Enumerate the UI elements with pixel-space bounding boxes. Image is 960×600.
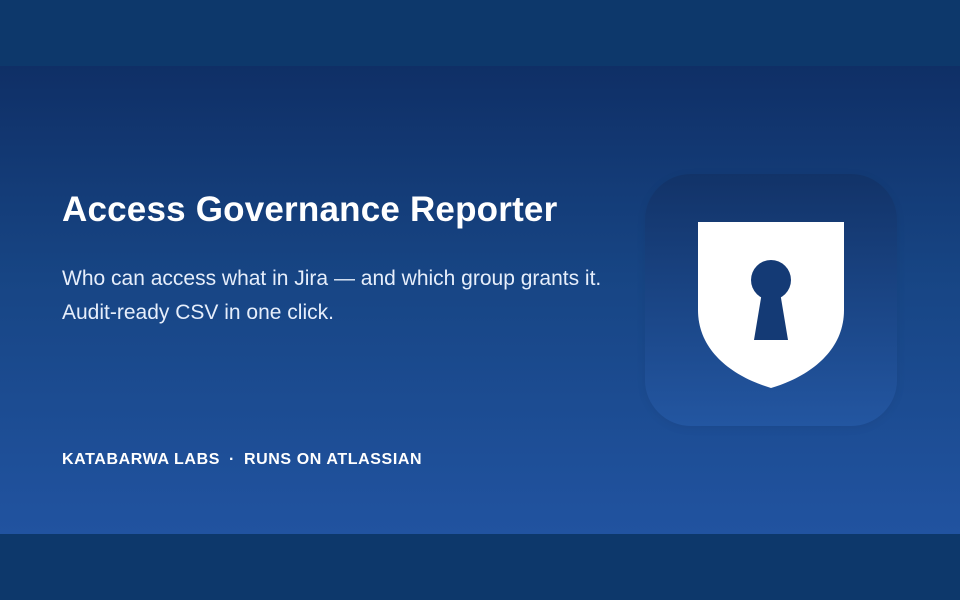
hero-banner: Access Governance Reporter Who can acces… <box>0 0 960 600</box>
platform-label: RUNS ON ATLASSIAN <box>243 451 423 468</box>
app-icon-tile <box>645 174 897 426</box>
separator-dot: · <box>229 451 235 468</box>
vendor-platform-line: KATABARWA LABS · RUNS ON ATLASSIAN <box>62 450 422 470</box>
app-title: Access Governance Reporter <box>62 190 558 229</box>
vendor-label: KATABARWA LABS <box>62 451 221 468</box>
shield-keyhole-icon <box>698 222 844 388</box>
app-tagline: Who can access what in Jira — and which … <box>62 267 602 324</box>
